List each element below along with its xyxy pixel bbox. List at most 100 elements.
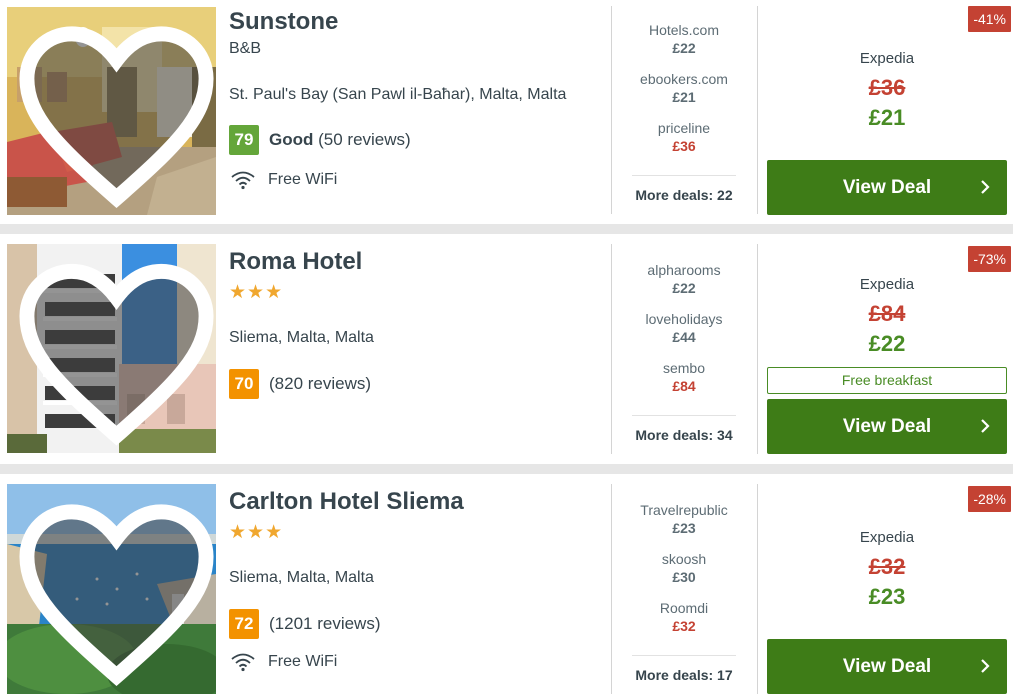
- deal-provider: skoosh: [661, 551, 707, 567]
- review-count: (820 reviews): [269, 374, 372, 393]
- divider: [611, 484, 612, 694]
- star-rating: ★★★: [229, 282, 284, 303]
- rating-row[interactable]: 70 (820 reviews): [229, 369, 371, 399]
- other-deals-list: Hotels.com £22 ebookers.com £21 pricelin…: [632, 22, 736, 169]
- hotel-card[interactable]: Carlton Hotel Sliema ★★★ Sliema, Malta, …: [0, 474, 1013, 697]
- deal-item[interactable]: alpharooms £22: [632, 262, 736, 311]
- chevron-right-icon: [981, 419, 990, 433]
- deal-item[interactable]: Hotels.com £22: [632, 22, 736, 71]
- amenity-label: Free WiFi: [268, 653, 338, 670]
- discount-badge: -28%: [968, 486, 1011, 512]
- hotel-card[interactable]: Sunstone B&B St. Paul's Bay (San Pawl il…: [0, 0, 1013, 224]
- deal-price: £30: [672, 569, 696, 585]
- deals-separator: [632, 655, 736, 656]
- hotel-location[interactable]: St. Paul's Bay (San Pawl il-Baħar), Malt…: [229, 86, 566, 104]
- hotel-photo[interactable]: [7, 244, 216, 453]
- divider: [757, 244, 758, 454]
- deal-item[interactable]: sembo £84: [632, 360, 736, 409]
- deal-price: £36: [672, 138, 696, 154]
- original-price: £36: [868, 75, 906, 100]
- deal-item[interactable]: priceline £36: [632, 120, 736, 169]
- deal-price: £23: [672, 520, 696, 536]
- deals-separator: [632, 175, 736, 176]
- deal-price: £32: [672, 618, 696, 634]
- divider: [757, 6, 758, 214]
- chevron-right-icon: [981, 659, 990, 673]
- deal-provider: Hotels.com: [648, 22, 720, 38]
- review-count: (1201 reviews): [269, 614, 381, 633]
- deal-item[interactable]: ebookers.com £21: [632, 71, 736, 120]
- heart-icon[interactable]: [12, 249, 216, 453]
- deal-price-main: £23: [868, 584, 906, 609]
- original-price: £84: [868, 301, 906, 326]
- view-deal-label: View Deal: [842, 176, 932, 198]
- wifi-icon: [231, 653, 255, 672]
- rating-row[interactable]: 79 Good (50 reviews): [229, 125, 411, 155]
- deal-provider: sembo: [662, 360, 706, 376]
- rating-score-badge: 72: [229, 609, 259, 639]
- hotel-name[interactable]: Sunstone: [229, 8, 338, 36]
- hotel-photo[interactable]: [7, 7, 216, 215]
- original-price: £32: [868, 554, 906, 579]
- hotel-name[interactable]: Roma Hotel: [229, 248, 362, 276]
- amenity-label: Free WiFi: [268, 171, 338, 188]
- deal-price: £44: [672, 329, 696, 345]
- heart-icon[interactable]: [12, 12, 216, 215]
- divider: [757, 484, 758, 694]
- deal-provider: loveholidays: [645, 311, 723, 327]
- discount-badge: -41%: [968, 6, 1011, 32]
- review-count: (50 reviews): [318, 130, 411, 149]
- accommodation-type: B&B: [229, 40, 262, 57]
- divider: [611, 6, 612, 214]
- hotel-card[interactable]: Roma Hotel ★★★ Sliema, Malta, Malta 70 (…: [0, 234, 1013, 464]
- rating-summary: (820 reviews): [269, 374, 371, 394]
- deal-price-main: £22: [868, 331, 906, 356]
- free-breakfast-badge: Free breakfast: [767, 367, 1007, 394]
- deal-price: £84: [672, 378, 696, 394]
- rating-summary: (1201 reviews): [269, 614, 381, 634]
- view-deal-label: View Deal: [842, 415, 932, 437]
- rating-summary: Good (50 reviews): [269, 130, 411, 150]
- other-deals-list: Travelrepublic £23 skoosh £30 Roomdi £32: [632, 502, 736, 649]
- amenity-wifi: Free WiFi: [230, 652, 337, 672]
- deal-provider: Roomdi: [659, 600, 709, 616]
- deal-item[interactable]: loveholidays £44: [632, 311, 736, 360]
- deal-price-main: £21: [868, 105, 906, 130]
- hotel-location[interactable]: Sliema, Malta, Malta: [229, 329, 374, 347]
- view-deal-label: View Deal: [842, 655, 932, 677]
- deal-provider: alpharooms: [647, 262, 721, 278]
- rating-score-badge: 79: [229, 125, 259, 155]
- view-deal-button[interactable]: View Deal: [767, 639, 1007, 694]
- more-deals-link[interactable]: More deals: 34: [632, 427, 736, 443]
- best-deal-provider: Expedia: [859, 50, 915, 67]
- deal-price: £22: [672, 40, 696, 56]
- hotel-photo[interactable]: [7, 484, 216, 694]
- rating-row[interactable]: 72 (1201 reviews): [229, 609, 381, 639]
- deal-item[interactable]: Travelrepublic £23: [632, 502, 736, 551]
- wifi-icon: [231, 171, 255, 190]
- more-deals-link[interactable]: More deals: 22: [632, 187, 736, 203]
- rating-word: Good: [269, 130, 314, 149]
- divider: [611, 244, 612, 454]
- deal-price: £21: [672, 89, 696, 105]
- best-deal-provider: Expedia: [859, 529, 915, 546]
- deal-price: £22: [672, 280, 696, 296]
- heart-icon[interactable]: [12, 489, 216, 694]
- deal-provider: priceline: [657, 120, 711, 136]
- deal-item[interactable]: Roomdi £32: [632, 600, 736, 649]
- rating-score-badge: 70: [229, 369, 259, 399]
- deal-provider: ebookers.com: [640, 71, 728, 87]
- discount-badge: -73%: [968, 246, 1011, 272]
- chevron-right-icon: [981, 180, 990, 194]
- hotel-location[interactable]: Sliema, Malta, Malta: [229, 569, 374, 587]
- view-deal-button[interactable]: View Deal: [767, 399, 1007, 454]
- view-deal-button[interactable]: View Deal: [767, 160, 1007, 215]
- other-deals-list: alpharooms £22 loveholidays £44 sembo £8…: [632, 262, 736, 409]
- hotel-name[interactable]: Carlton Hotel Sliema: [229, 488, 464, 516]
- deal-provider: Travelrepublic: [640, 502, 728, 518]
- more-deals-link[interactable]: More deals: 17: [632, 667, 736, 683]
- best-deal-provider: Expedia: [859, 276, 915, 293]
- deal-item[interactable]: skoosh £30: [632, 551, 736, 600]
- amenity-wifi: Free WiFi: [230, 170, 337, 190]
- deals-separator: [632, 415, 736, 416]
